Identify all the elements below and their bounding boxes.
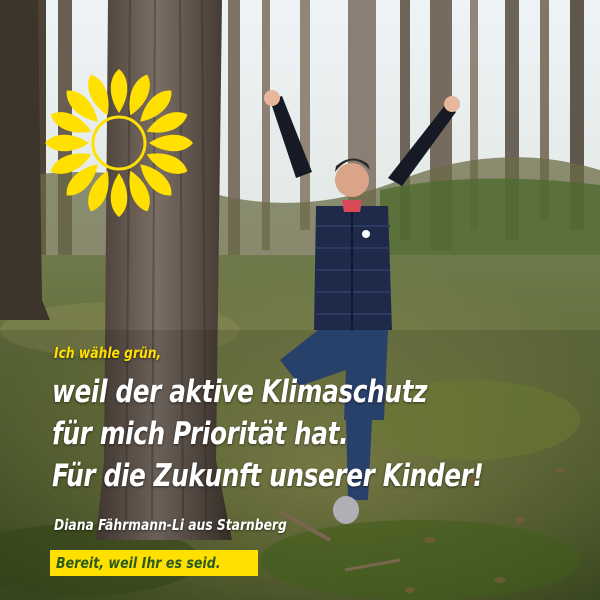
sunflower-logo-icon: [45, 69, 193, 217]
slogan-text: Bereit, weil Ihr es seid.: [56, 554, 221, 572]
campaign-poster: Ich wähle grün, weil der aktive Klimasch…: [0, 0, 600, 600]
headline-line-2: für mich Priorität hat.: [52, 416, 349, 452]
headline-line-3: Für die Zukunft unserer Kinder!: [52, 458, 484, 494]
slogan-banner: Bereit, weil Ihr es seid.: [50, 550, 258, 576]
headline-line-1: weil der aktive Klimaschutz: [52, 374, 428, 410]
kicker-text: Ich wähle grün,: [54, 344, 162, 362]
author-caption: Diana Fährmann-Li aus Starnberg: [54, 516, 287, 534]
